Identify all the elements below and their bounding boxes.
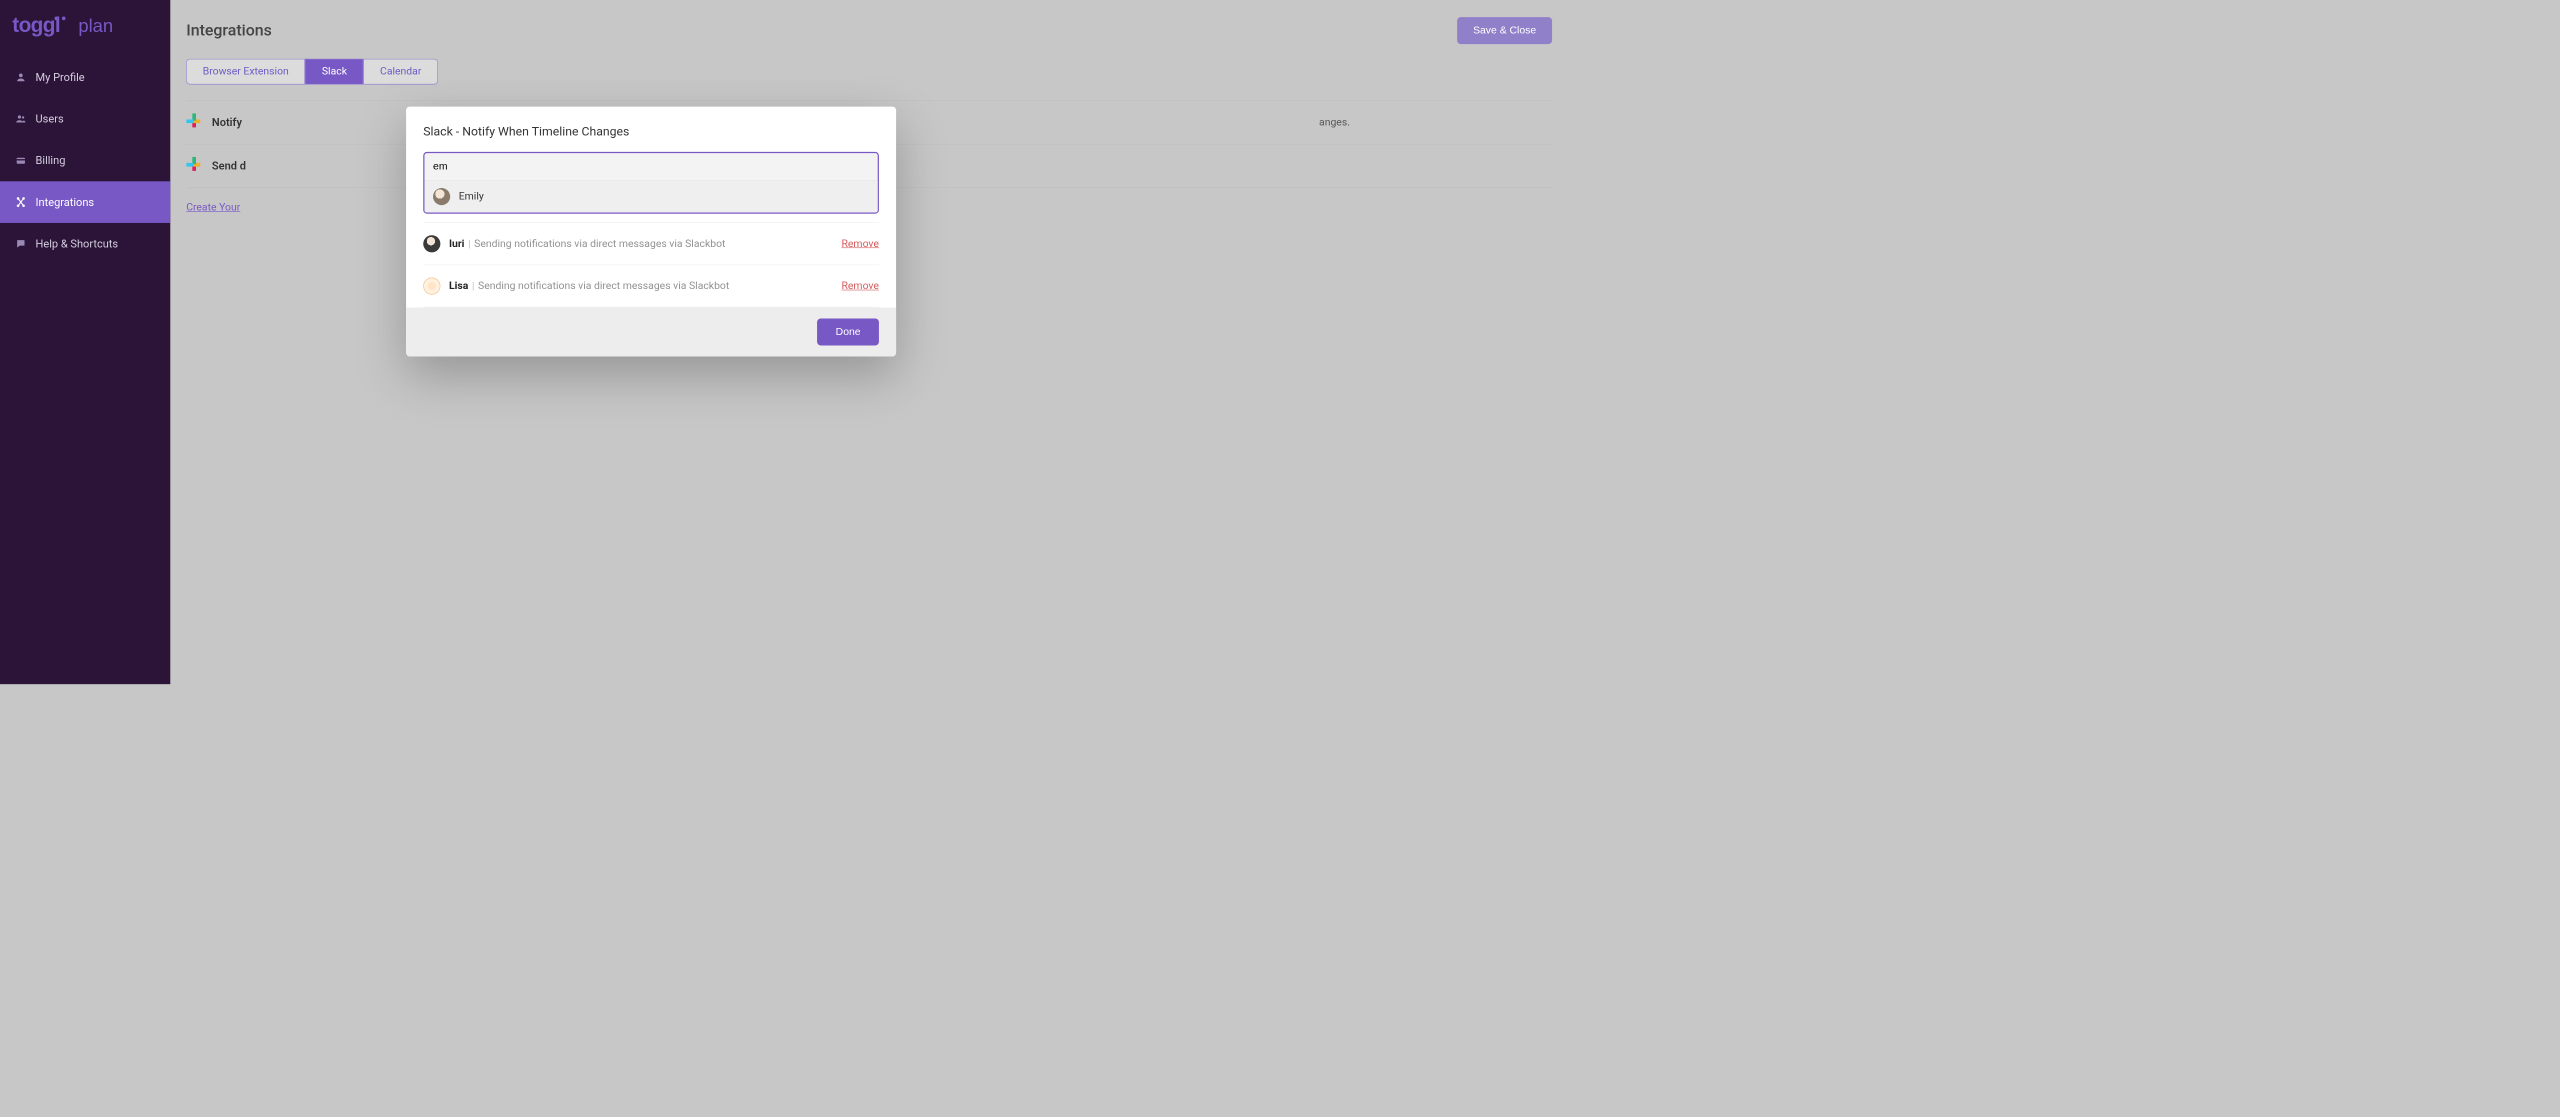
avatar: [433, 188, 450, 205]
modal-footer: Done: [406, 307, 896, 356]
nav-label: Help & Shortcuts: [36, 237, 119, 250]
svg-text:plan: plan: [78, 15, 113, 36]
user-row-lisa: Lisa | Sending notifications via direct …: [423, 265, 879, 307]
user-icon: [12, 72, 29, 83]
nav-label: Billing: [36, 154, 66, 167]
slack-notify-modal: Slack - Notify When Timeline Changes Emi…: [406, 107, 896, 357]
sidebar-item-integrations[interactable]: Integrations: [0, 181, 170, 223]
user-name: Lisa: [449, 280, 468, 292]
user-desc: Sending notifications via direct message…: [474, 238, 725, 250]
result-name: Emily: [459, 190, 484, 202]
users-icon: [12, 113, 29, 124]
sidebar-item-users[interactable]: Users: [0, 98, 170, 140]
user-search-input[interactable]: [424, 153, 877, 181]
billing-icon: [12, 155, 29, 166]
modal-overlay: Slack - Notify When Timeline Changes Emi…: [170, 0, 1568, 684]
nav-label: Users: [36, 112, 64, 125]
main-content: Integrations Save & Close Browser Extens…: [170, 0, 1568, 684]
avatar: [423, 235, 440, 252]
integrations-icon: [12, 197, 29, 208]
nav-label: Integrations: [36, 196, 95, 209]
user-name: Iuri: [449, 238, 464, 250]
sidebar-item-my-profile[interactable]: My Profile: [0, 56, 170, 98]
done-button[interactable]: Done: [817, 319, 879, 346]
help-icon: [12, 238, 29, 249]
remove-button[interactable]: Remove: [841, 280, 878, 292]
user-row-iuri: Iuri | Sending notifications via direct …: [423, 223, 879, 265]
avatar: [423, 277, 440, 294]
sidebar-item-billing[interactable]: Billing: [0, 140, 170, 182]
nav-label: My Profile: [36, 71, 85, 84]
remove-button[interactable]: Remove: [841, 238, 878, 250]
sidebar-item-help[interactable]: Help & Shortcuts: [0, 223, 170, 265]
user-search: Emily: [423, 152, 879, 214]
brand-logo[interactable]: toggl plan: [0, 0, 170, 56]
modal-title: Slack - Notify When Timeline Changes: [423, 124, 879, 139]
search-result-emily[interactable]: Emily: [424, 181, 877, 213]
sidebar: toggl plan My Profile Users Billing: [0, 0, 170, 684]
svg-text:toggl: toggl: [12, 14, 60, 37]
user-desc: Sending notifications via direct message…: [478, 280, 729, 292]
